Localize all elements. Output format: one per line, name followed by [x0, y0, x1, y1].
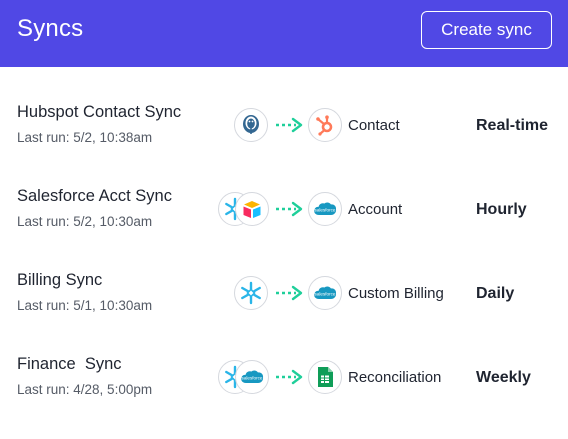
page-header: Syncs Create sync [0, 0, 568, 67]
sync-row-finance[interactable]: Finance Sync Last run: 4/28, 5:00pm sale… [0, 355, 568, 439]
sync-name: Hubspot Contact Sync [17, 103, 182, 121]
google-sheets-icon [308, 360, 342, 394]
airtable-icon [235, 192, 269, 226]
salesforce-icon: salesforce [308, 192, 342, 226]
svg-text:salesforce: salesforce [315, 292, 336, 297]
salesforce-icon: salesforce [235, 360, 269, 394]
last-run-text: Last run: 5/1, 10:30am [17, 298, 153, 313]
svg-text:salesforce: salesforce [242, 376, 263, 381]
sync-arrow-icon [276, 117, 303, 133]
destination-object-label: Account [348, 201, 403, 218]
sync-arrow-icon [276, 201, 303, 217]
last-run-text: Last run: 5/2, 10:30am [17, 214, 153, 229]
sync-frequency: Daily [476, 285, 515, 302]
snowflake-icon [234, 276, 268, 310]
sync-frequency: Weekly [476, 369, 531, 386]
destination-object-label: Custom Billing [348, 285, 444, 302]
sync-arrow-icon [276, 369, 303, 385]
page-title: Syncs [17, 15, 84, 42]
salesforce-icon: salesforce [308, 276, 342, 310]
sync-row-salesforce-acct[interactable]: Salesforce Acct Sync Last run: 5/2, 10:3… [0, 187, 568, 271]
sync-row-billing[interactable]: Billing Sync Last run: 5/1, 10:30am sale… [0, 271, 568, 355]
sync-name: Billing Sync [17, 271, 103, 289]
hubspot-icon [308, 108, 342, 142]
svg-text:salesforce: salesforce [315, 208, 336, 213]
postgresql-icon [234, 108, 268, 142]
sync-name: Finance Sync [17, 355, 122, 373]
destination-object-label: Contact [348, 117, 400, 134]
destination-object-label: Reconciliation [348, 369, 442, 386]
last-run-text: Last run: 4/28, 5:00pm [17, 382, 153, 397]
sync-name: Salesforce Acct Sync [17, 187, 172, 205]
last-run-text: Last run: 5/2, 10:38am [17, 130, 153, 145]
sync-row-hubspot-contact[interactable]: Hubspot Contact Sync Last run: 5/2, 10:3… [0, 103, 568, 187]
sync-frequency: Hourly [476, 201, 527, 218]
create-sync-button[interactable]: Create sync [421, 11, 552, 49]
sync-arrow-icon [276, 285, 303, 301]
sync-frequency: Real-time [476, 117, 549, 134]
